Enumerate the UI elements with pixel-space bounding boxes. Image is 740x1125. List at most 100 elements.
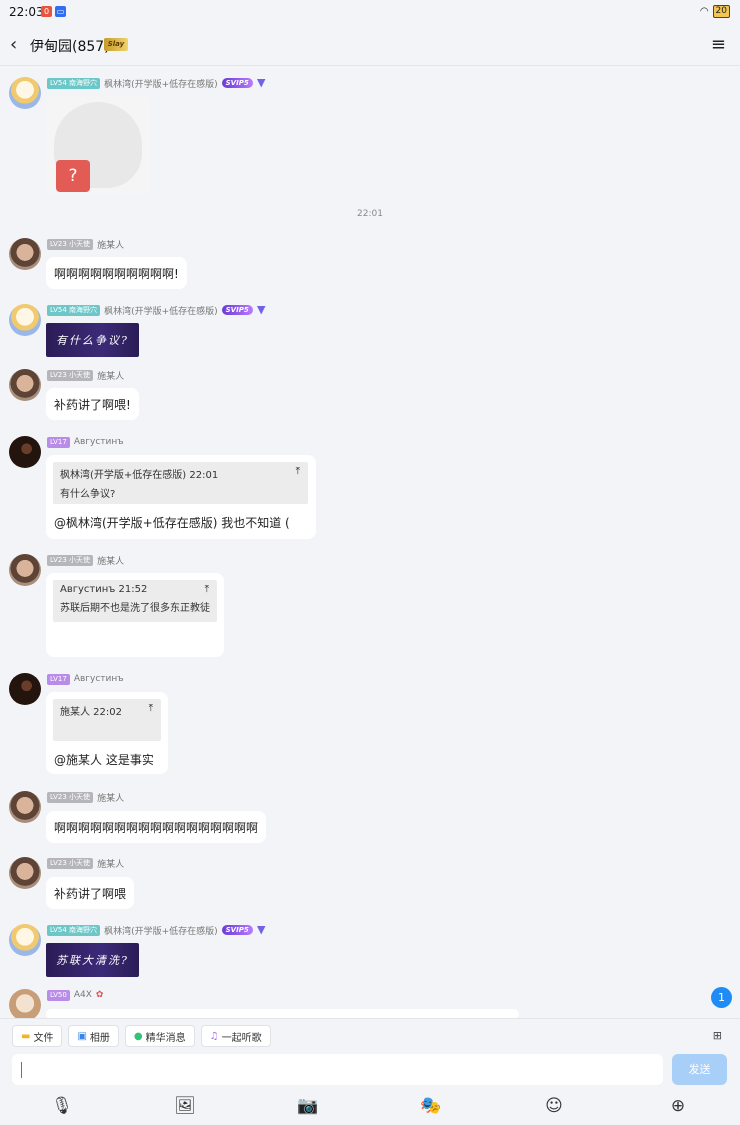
avatar[interactable]	[9, 857, 41, 889]
text-caret	[21, 1062, 22, 1078]
avatar[interactable]	[9, 924, 41, 956]
level-badge: LV23 小天使	[47, 554, 94, 566]
emoji-icon[interactable]: ☺	[541, 1093, 567, 1119]
reply-quote[interactable]: 施某人 22:02 ⤒	[53, 699, 161, 741]
message-bubble[interactable]: 补药讲了啊喂!	[46, 388, 139, 420]
diamond-icon	[256, 305, 266, 315]
sender-name[interactable]: 枫林湾(开学版+低存在感版)	[104, 304, 218, 317]
level-badge: LV17	[47, 673, 70, 685]
send-button[interactable]: 发送	[672, 1054, 727, 1085]
sticker-icon[interactable]: 🎭	[418, 1093, 444, 1119]
music-icon: ♫	[209, 1030, 219, 1042]
gallery-icon[interactable]: 🖼	[172, 1093, 198, 1119]
wifi-icon: ◠	[699, 6, 709, 17]
level-badge: LV54 南海野穴	[47, 304, 101, 316]
image-icon: ▣	[77, 1030, 87, 1042]
status-time: 22:03	[9, 5, 44, 19]
file-chip[interactable]: ▬ 文件	[12, 1025, 63, 1047]
message-bubble[interactable]: 枫林湾(开学版+低存在感版) 22:01 有什么争议? ⤒ @枫林湾(开学版+低…	[46, 455, 316, 539]
bug-icon: ✿	[95, 990, 104, 1000]
text-sticker[interactable]: 有什么争议?	[46, 323, 139, 357]
message-meta: LV54 南海野穴 枫林湾(开学版+低存在感版) SVIP5	[47, 77, 266, 90]
status-bar: 22:03 0 ▭ ◠ 20	[0, 0, 740, 24]
grid-icon[interactable]: ⊞	[713, 1029, 722, 1042]
status-right: ◠ 20	[700, 5, 730, 18]
battery-icon: 20	[712, 5, 730, 18]
quote-body: 有什么争议?	[60, 489, 116, 500]
message-meta: LV54 南海野穴 枫林湾(开学版+低存在感版) SVIP5	[47, 304, 266, 317]
sender-name[interactable]: Августинъ	[74, 674, 124, 684]
jump-to-icon[interactable]: ⤒	[149, 703, 153, 714]
message-input[interactable]	[12, 1054, 663, 1085]
message-meta: LV17 Августинъ	[47, 673, 124, 685]
level-badge: LV54 南海野穴	[47, 77, 101, 89]
camera-icon[interactable]: 📷	[295, 1093, 321, 1119]
sender-name[interactable]: 施某人	[97, 554, 124, 567]
chip-label: 精华消息	[145, 1032, 186, 1044]
message-bubble[interactable]: 啊啊啊啊啊啊啊啊啊啊!	[46, 257, 187, 289]
app-icon: ▭	[55, 6, 66, 17]
message-bubble[interactable]: 啊啊啊啊啊啊啊啊啊啊啊啊啊啊啊啊啊	[46, 811, 267, 843]
music-chip[interactable]: ♫ 一起听歌	[200, 1025, 271, 1047]
question-mark-icon: ?	[56, 160, 90, 192]
avatar[interactable]	[9, 554, 41, 586]
reply-quote[interactable]: Августинъ 21:52 苏联后期不也是洗了很多东正教徒 ⤒	[53, 580, 217, 622]
sender-name[interactable]: 施某人	[97, 369, 124, 382]
quote-body: 苏联后期不也是洗了很多东正教徒	[60, 603, 210, 614]
reply-text: @施某人 这是事实	[54, 753, 154, 767]
svip-badge: SVIP5	[221, 925, 253, 935]
message-bubble[interactable]: Августинъ 21:52 苏联后期不也是洗了很多东正教徒 ⤒	[46, 573, 224, 657]
jump-to-icon[interactable]: ⤒	[205, 584, 209, 595]
message-meta: LV23 小天使 施某人	[47, 369, 124, 382]
folder-icon: ▬	[21, 1030, 31, 1042]
sender-name[interactable]: 枫林湾(开学版+低存在感版)	[104, 924, 218, 937]
menu-icon[interactable]: ≡	[711, 34, 726, 55]
level-badge: LV17	[47, 436, 70, 448]
sender-name[interactable]: 枫林湾(开学版+低存在感版)	[104, 77, 218, 90]
message-meta: LV23 小天使 施某人	[47, 857, 124, 870]
avatar[interactable]	[9, 77, 41, 109]
text-sticker[interactable]: 苏联大清洗?	[46, 943, 139, 977]
group-title[interactable]: 伊甸园(857)	[30, 36, 110, 56]
sticker-image[interactable]: ?	[46, 96, 150, 194]
input-toolbar: 🎙 🖼 📷 🎭 ☺ ⊕	[0, 1093, 740, 1119]
sender-name[interactable]: Августинъ	[74, 437, 124, 447]
message-bubble[interactable]: 施某人 22:02 ⤒ @施某人 这是事实	[46, 692, 168, 774]
jump-to-icon[interactable]: ⤒	[296, 466, 300, 477]
avatar[interactable]	[9, 238, 41, 270]
level-badge: LV54 南海野穴	[47, 924, 101, 936]
sender-name[interactable]: 施某人	[97, 857, 124, 870]
reply-quote[interactable]: 枫林湾(开学版+低存在感版) 22:01 有什么争议? ⤒	[53, 462, 308, 504]
avatar[interactable]	[9, 304, 41, 336]
message-bubble[interactable]: 补药讲了啊喂	[46, 877, 135, 909]
essence-chip[interactable]: ● 精华消息	[124, 1025, 195, 1047]
reply-text: @枫林湾(开学版+低存在感版) 我也不知道 (	[54, 516, 290, 530]
message-meta: LV50 A4X ✿	[47, 989, 103, 1001]
avatar[interactable]	[9, 369, 41, 401]
message-meta: LV23 小天使 施某人	[47, 791, 124, 804]
quote-header: 枫林湾(开学版+低存在感版) 22:01	[60, 470, 219, 481]
chat-header: ‹ 伊甸园(857) Slay ≡	[0, 24, 740, 66]
sender-name[interactable]: 施某人	[97, 238, 124, 251]
input-panel: ▬ 文件 ▣ 相册 ● 精华消息 ♫ 一起听歌 ⊞ 发送 🎙 🖼 📷 🎭 ☺ ⊕	[0, 1018, 740, 1125]
chip-label: 一起听歌	[221, 1032, 262, 1044]
avatar[interactable]	[9, 673, 41, 705]
unread-count-badge[interactable]: 1	[711, 987, 732, 1008]
mic-icon[interactable]: 🎙	[49, 1093, 75, 1119]
level-badge: LV23 小天使	[47, 369, 94, 381]
back-icon[interactable]: ‹	[10, 34, 17, 55]
plus-icon[interactable]: ⊕	[665, 1093, 691, 1119]
sender-name[interactable]: A4X	[74, 990, 92, 1000]
level-badge: LV50	[47, 989, 70, 1001]
sender-name[interactable]: 施某人	[97, 791, 124, 804]
message-meta: LV17 Августинъ	[47, 436, 124, 448]
avatar[interactable]	[9, 791, 41, 823]
avatar[interactable]	[9, 436, 41, 468]
album-chip[interactable]: ▣ 相册	[68, 1025, 119, 1047]
quote-header: 施某人 22:02	[60, 707, 122, 718]
level-badge: LV23 小天使	[47, 857, 94, 869]
star-icon: ●	[133, 1030, 143, 1042]
avatar[interactable]	[9, 989, 41, 1021]
diamond-icon	[256, 925, 266, 935]
level-badge: LV23 小天使	[47, 238, 94, 250]
